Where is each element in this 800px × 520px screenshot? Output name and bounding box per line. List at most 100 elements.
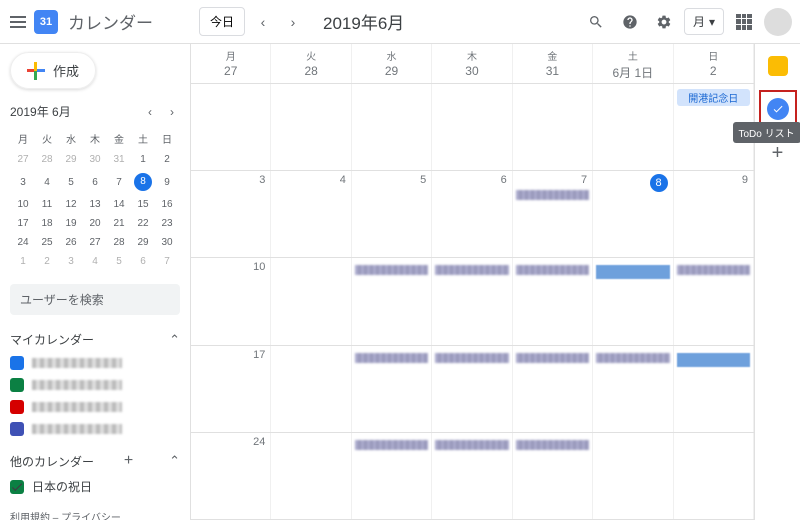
event-blurred[interactable] bbox=[677, 265, 750, 275]
checkbox-icon[interactable] bbox=[10, 400, 24, 414]
day-cell[interactable] bbox=[432, 346, 512, 432]
day-cell[interactable]: 3 bbox=[191, 171, 271, 257]
day-cell[interactable]: 17 bbox=[191, 346, 271, 432]
day-cell[interactable] bbox=[513, 346, 593, 432]
day-cell[interactable] bbox=[271, 258, 351, 344]
calendar-item[interactable] bbox=[10, 422, 180, 436]
checkbox-icon[interactable] bbox=[10, 356, 24, 370]
mini-day[interactable]: 10 bbox=[12, 196, 34, 213]
mini-day[interactable]: 29 bbox=[60, 151, 82, 168]
day-cell[interactable] bbox=[191, 84, 271, 170]
event-blurred[interactable] bbox=[355, 440, 428, 450]
event-blurred[interactable] bbox=[435, 440, 508, 450]
day-cell[interactable] bbox=[513, 433, 593, 519]
event-blurred[interactable] bbox=[435, 265, 508, 275]
mini-day[interactable]: 9 bbox=[156, 170, 178, 194]
mini-day[interactable]: 30 bbox=[84, 151, 106, 168]
day-cell[interactable]: 6 bbox=[432, 171, 512, 257]
mini-day[interactable]: 7 bbox=[108, 170, 130, 194]
hamburger-menu-icon[interactable] bbox=[8, 12, 28, 32]
day-cell[interactable] bbox=[271, 84, 351, 170]
mini-next-icon[interactable]: › bbox=[164, 105, 180, 119]
day-cell[interactable]: 8 bbox=[593, 171, 673, 257]
checkbox-icon[interactable] bbox=[10, 378, 24, 392]
mini-day[interactable]: 26 bbox=[60, 234, 82, 251]
search-icon[interactable] bbox=[582, 8, 610, 36]
mini-day[interactable]: 19 bbox=[60, 215, 82, 232]
day-cell[interactable] bbox=[432, 433, 512, 519]
mini-day[interactable]: 5 bbox=[60, 170, 82, 194]
mini-day[interactable]: 5 bbox=[108, 253, 130, 270]
mini-day[interactable]: 22 bbox=[132, 215, 154, 232]
other-calendars-header[interactable]: 他のカレンダー + ⌃ bbox=[10, 452, 180, 470]
event-blurred[interactable] bbox=[516, 265, 589, 275]
my-calendars-header[interactable]: マイカレンダー ⌃ bbox=[10, 331, 180, 348]
event-blurred[interactable] bbox=[516, 190, 589, 200]
event-bar[interactable] bbox=[677, 353, 750, 367]
create-button[interactable]: 作成 bbox=[10, 52, 96, 89]
event-blurred[interactable] bbox=[355, 353, 428, 363]
mini-day[interactable]: 11 bbox=[36, 196, 58, 213]
mini-day[interactable]: 24 bbox=[12, 234, 34, 251]
mini-day[interactable]: 2 bbox=[36, 253, 58, 270]
add-calendar-icon[interactable]: + bbox=[124, 452, 133, 470]
mini-day[interactable]: 13 bbox=[84, 196, 106, 213]
add-addon-icon[interactable]: + bbox=[772, 142, 784, 165]
day-cell[interactable] bbox=[513, 258, 593, 344]
mini-day[interactable]: 4 bbox=[84, 253, 106, 270]
checkbox-icon[interactable] bbox=[10, 422, 24, 436]
mini-day[interactable]: 14 bbox=[108, 196, 130, 213]
mini-day[interactable]: 6 bbox=[84, 170, 106, 194]
footer-links[interactable]: 利用規約 – プライバシー bbox=[10, 509, 180, 520]
day-cell[interactable] bbox=[352, 346, 432, 432]
event-blurred[interactable] bbox=[355, 265, 428, 275]
mini-day[interactable]: 29 bbox=[132, 234, 154, 251]
mini-day[interactable]: 2 bbox=[156, 151, 178, 168]
event-blurred[interactable] bbox=[516, 353, 589, 363]
mini-day[interactable]: 28 bbox=[36, 151, 58, 168]
mini-day[interactable]: 27 bbox=[84, 234, 106, 251]
mini-day[interactable]: 1 bbox=[12, 253, 34, 270]
mini-day[interactable]: 23 bbox=[156, 215, 178, 232]
mini-day[interactable]: 4 bbox=[36, 170, 58, 194]
day-cell[interactable]: 7 bbox=[513, 171, 593, 257]
mini-day[interactable]: 25 bbox=[36, 234, 58, 251]
day-cell[interactable] bbox=[593, 346, 673, 432]
day-cell[interactable]: 9 bbox=[674, 171, 754, 257]
tasks-icon[interactable] bbox=[767, 98, 789, 120]
day-cell[interactable]: 4 bbox=[271, 171, 351, 257]
mini-day[interactable]: 28 bbox=[108, 234, 130, 251]
mini-day[interactable]: 15 bbox=[132, 196, 154, 213]
day-cell[interactable]: 10 bbox=[191, 258, 271, 344]
user-search-input[interactable]: ユーザーを検索 bbox=[10, 284, 180, 315]
day-cell[interactable] bbox=[352, 433, 432, 519]
mini-day[interactable]: 3 bbox=[12, 170, 34, 194]
calendar-item-holidays[interactable]: 日本の祝日 bbox=[10, 478, 180, 495]
prev-month-icon[interactable]: ‹ bbox=[251, 10, 275, 34]
day-cell[interactable] bbox=[432, 258, 512, 344]
day-cell[interactable] bbox=[674, 346, 754, 432]
mini-day[interactable]: 8 bbox=[132, 170, 154, 194]
day-cell[interactable] bbox=[271, 433, 351, 519]
calendar-item[interactable] bbox=[10, 356, 180, 370]
settings-gear-icon[interactable] bbox=[650, 8, 678, 36]
mini-day[interactable]: 20 bbox=[84, 215, 106, 232]
day-cell[interactable] bbox=[593, 258, 673, 344]
day-cell[interactable]: 24 bbox=[191, 433, 271, 519]
next-month-icon[interactable]: › bbox=[281, 10, 305, 34]
day-cell[interactable] bbox=[271, 346, 351, 432]
event-chip[interactable]: 開港記念日 bbox=[677, 89, 750, 106]
mini-day[interactable]: 7 bbox=[156, 253, 178, 270]
mini-day[interactable]: 1 bbox=[132, 151, 154, 168]
event-bar[interactable] bbox=[596, 265, 669, 279]
day-cell[interactable] bbox=[352, 258, 432, 344]
view-selector[interactable]: 月▾ bbox=[684, 8, 724, 35]
day-cell[interactable] bbox=[593, 84, 673, 170]
day-cell[interactable]: 5 bbox=[352, 171, 432, 257]
mini-day[interactable]: 6 bbox=[132, 253, 154, 270]
calendar-item[interactable] bbox=[10, 378, 180, 392]
calendar-item[interactable] bbox=[10, 400, 180, 414]
day-cell[interactable] bbox=[674, 258, 754, 344]
mini-prev-icon[interactable]: ‹ bbox=[142, 105, 158, 119]
mini-day[interactable]: 30 bbox=[156, 234, 178, 251]
